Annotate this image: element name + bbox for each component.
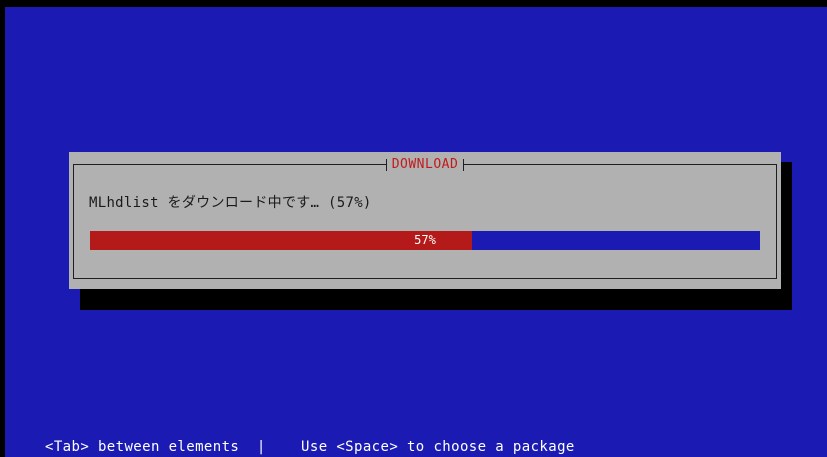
download-progress-bar: 57% [90, 231, 760, 250]
dialog-title-wrap: DOWNLOAD [69, 156, 781, 173]
dialog-frame [73, 164, 777, 279]
installer-screen: DOWNLOAD MLhdlist をダウンロード中です… (57%) 57% … [5, 7, 827, 457]
progress-label: 57% [414, 233, 436, 247]
download-message: MLhdlist をダウンロード中です… (57%) [89, 195, 372, 211]
download-dialog: DOWNLOAD MLhdlist をダウンロード中です… (57%) 57% [69, 152, 781, 289]
help-statusbar: <Tab> between elements | Use <Space> to … [45, 439, 575, 455]
dialog-title: DOWNLOAD [385, 157, 465, 173]
